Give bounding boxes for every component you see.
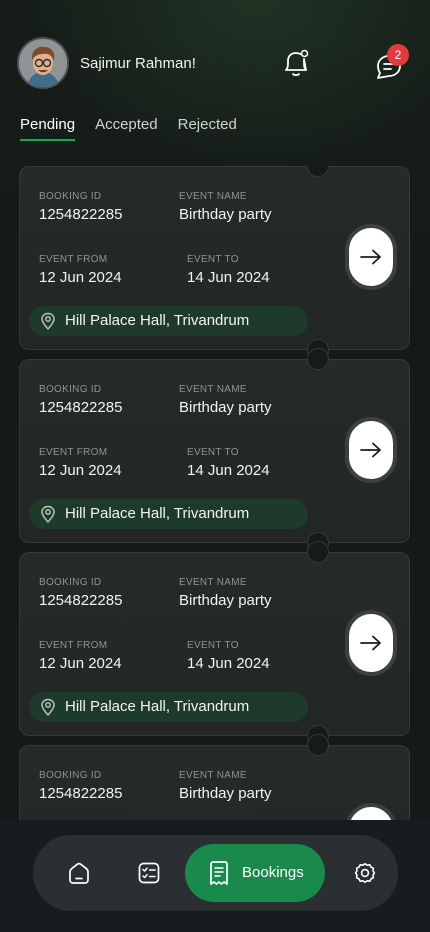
event-from-value: 12 Jun 2024	[39, 655, 122, 672]
event-from-value: 12 Jun 2024	[39, 462, 122, 479]
avatar[interactable]	[17, 37, 69, 89]
arrow-right-icon	[360, 635, 381, 651]
arrow-right-icon	[360, 249, 381, 265]
nav-bookings-button[interactable]: Bookings	[185, 844, 325, 902]
open-booking-button[interactable]	[345, 610, 397, 676]
nav-bookings-label: Bookings	[242, 864, 304, 881]
booking-id-label: BOOKING ID	[39, 577, 102, 588]
location-pill: Hill Palace Hall, Trivandrum	[29, 499, 308, 529]
booking-id-value: 1254822285	[39, 785, 123, 802]
event-name-label: EVENT NAME	[179, 384, 247, 395]
ticket-notch	[307, 541, 329, 563]
event-to-label: EVENT TO	[187, 447, 239, 458]
booking-id-value: 1254822285	[39, 206, 123, 223]
event-name-value: Birthday party	[179, 399, 272, 416]
gear-icon[interactable]	[350, 858, 380, 888]
booking-card[interactable]: BOOKING ID 1254822285 EVENT NAME Birthda…	[19, 541, 410, 747]
booking-id-label: BOOKING ID	[39, 770, 102, 781]
event-to-value: 14 Jun 2024	[187, 269, 270, 286]
open-booking-button[interactable]	[345, 224, 397, 290]
event-to-value: 14 Jun 2024	[187, 462, 270, 479]
ticket-notch	[307, 166, 329, 177]
booking-card[interactable]: BOOKING ID 1254822285 EVENT NAME Birthda…	[19, 734, 410, 822]
booking-id-label: BOOKING ID	[39, 384, 102, 395]
tab-accepted[interactable]: Accepted	[95, 116, 158, 141]
booking-id-label: BOOKING ID	[39, 191, 102, 202]
open-booking-button[interactable]	[345, 417, 397, 483]
location-pin-icon	[41, 505, 55, 523]
location-text: Hill Palace Hall, Trivandrum	[65, 312, 250, 329]
bottom-nav: Bookings	[33, 835, 398, 911]
event-name-value: Birthday party	[179, 592, 272, 609]
ticket-notch	[307, 348, 329, 370]
booking-list: BOOKING ID 1254822285 EVENT NAME Birthda…	[0, 166, 430, 822]
location-text: Hill Palace Hall, Trivandrum	[65, 505, 250, 522]
booking-card[interactable]: BOOKING ID 1254822285 EVENT NAME Birthda…	[19, 166, 410, 361]
app-header: Sajimur Rahman! 2	[0, 0, 430, 110]
event-from-label: EVENT FROM	[39, 447, 108, 458]
location-pin-icon	[41, 698, 55, 716]
event-name-label: EVENT NAME	[179, 577, 247, 588]
location-text: Hill Palace Hall, Trivandrum	[65, 698, 250, 715]
tab-pending[interactable]: Pending	[20, 116, 76, 141]
event-name-value: Birthday party	[179, 785, 272, 802]
location-pin-icon	[41, 312, 55, 330]
event-name-value: Birthday party	[179, 206, 272, 223]
event-to-label: EVENT TO	[187, 640, 239, 651]
chat-badge: 2	[387, 44, 409, 66]
receipt-icon	[210, 861, 228, 885]
tab-rejected[interactable]: Rejected	[178, 116, 237, 141]
user-name: Sajimur Rahman!	[80, 55, 196, 72]
booking-card[interactable]: BOOKING ID 1254822285 EVENT NAME Birthda…	[19, 348, 410, 554]
booking-id-value: 1254822285	[39, 592, 123, 609]
status-tabs: Pending Accepted Rejected	[20, 116, 257, 146]
event-name-label: EVENT NAME	[179, 770, 247, 781]
ticket-notch	[307, 734, 329, 756]
event-from-label: EVENT FROM	[39, 254, 108, 265]
arrow-right-icon	[360, 442, 381, 458]
bell-icon[interactable]	[281, 47, 311, 79]
event-to-value: 14 Jun 2024	[187, 655, 270, 672]
location-pill: Hill Palace Hall, Trivandrum	[29, 306, 308, 336]
location-pill: Hill Palace Hall, Trivandrum	[29, 692, 308, 722]
event-name-label: EVENT NAME	[179, 191, 247, 202]
checklist-icon[interactable]	[134, 858, 164, 888]
event-to-label: EVENT TO	[187, 254, 239, 265]
booking-id-value: 1254822285	[39, 399, 123, 416]
home-icon[interactable]	[64, 858, 94, 888]
event-from-value: 12 Jun 2024	[39, 269, 122, 286]
avatar-image	[19, 39, 67, 87]
event-from-label: EVENT FROM	[39, 640, 108, 651]
